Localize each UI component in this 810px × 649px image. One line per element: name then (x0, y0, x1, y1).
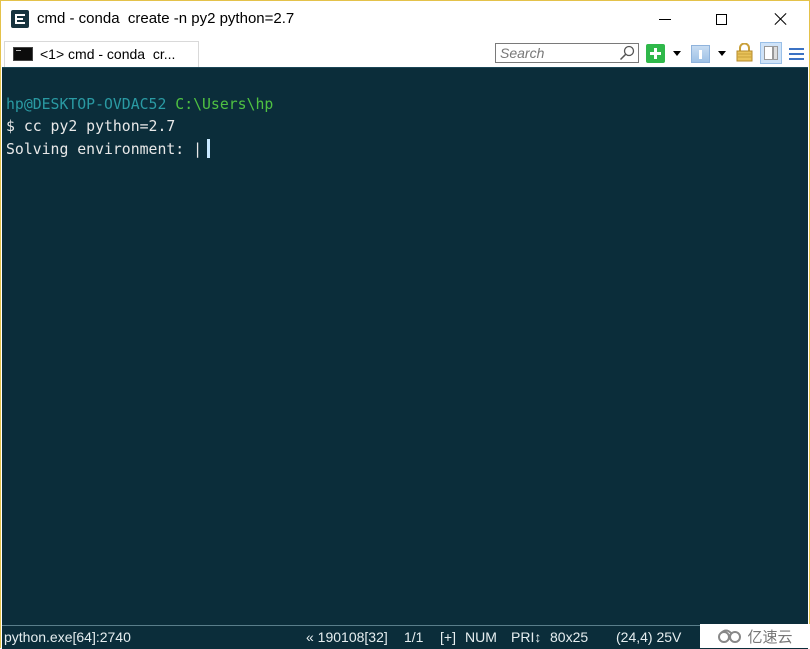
tab-bar: <1> cmd - conda cr... (1, 39, 809, 67)
status-console-size[interactable]: 80x25 (550, 629, 588, 645)
terminal-area[interactable]: hp@DESKTOP-OVDAC52 C:\Users\hp $ cc py2 … (2, 67, 808, 625)
cloud-logo-icon (718, 629, 742, 643)
status-cursor-position[interactable]: (24,4) 25V (616, 629, 681, 645)
conemu-window: cmd - conda create -n py2 python=2.7 <1>… (0, 0, 810, 649)
search-input[interactable] (496, 44, 620, 62)
status-insert-mode[interactable]: [+] (440, 629, 456, 645)
prompt-line: hp@DESKTOP-OVDAC52 C:\Users\hp (6, 95, 273, 115)
command-line: $ cc py2 python=2.7 (6, 118, 176, 135)
maximize-icon (715, 13, 727, 25)
status-num-lock[interactable]: NUM (465, 629, 497, 645)
window-title: cmd - conda create -n py2 python=2.7 (37, 10, 295, 27)
close-icon (774, 12, 788, 26)
maximize-button[interactable] (698, 1, 744, 37)
watermark: 亿速云 (700, 624, 810, 648)
lock-icon[interactable] (736, 43, 753, 62)
tab-list-button[interactable] (691, 45, 710, 63)
watermark-text: 亿速云 (747, 627, 793, 646)
user-host: hp@DESKTOP-OVDAC52 (6, 96, 167, 113)
hamburger-menu-icon[interactable] (789, 48, 805, 62)
current-path: C:\Users\hp (175, 96, 274, 113)
status-version[interactable]: « 190108[32] (306, 629, 388, 645)
tab-label: <1> cmd - conda cr... (40, 46, 176, 62)
new-console-dropdown-icon[interactable] (673, 51, 681, 56)
new-console-button[interactable] (646, 44, 665, 63)
tab-console-1[interactable]: <1> cmd - conda cr... (4, 41, 199, 67)
output-line: Solving environment: | (6, 139, 210, 160)
title-bar[interactable]: cmd - conda create -n py2 python=2.7 (1, 1, 809, 39)
console-icon (13, 47, 33, 61)
search-field[interactable] (495, 43, 639, 63)
status-process[interactable]: python.exe[64]:2740 (4, 629, 131, 645)
status-console-index[interactable]: 1/1 (404, 629, 423, 645)
minimize-icon (659, 18, 671, 20)
conemu-app-icon[interactable] (11, 10, 29, 28)
status-priority[interactable]: PRI↕ (511, 629, 541, 645)
split-pane-button[interactable] (760, 42, 782, 64)
output-text: Solving environment: | (6, 141, 202, 158)
tab-list-dropdown-icon[interactable] (718, 51, 726, 56)
minimize-button[interactable] (642, 1, 688, 37)
search-icon[interactable] (619, 45, 635, 61)
status-bar: python.exe[64]:2740 « 190108[32] 1/1 [+]… (2, 625, 808, 649)
text-cursor (207, 139, 210, 158)
close-button[interactable] (758, 1, 804, 37)
